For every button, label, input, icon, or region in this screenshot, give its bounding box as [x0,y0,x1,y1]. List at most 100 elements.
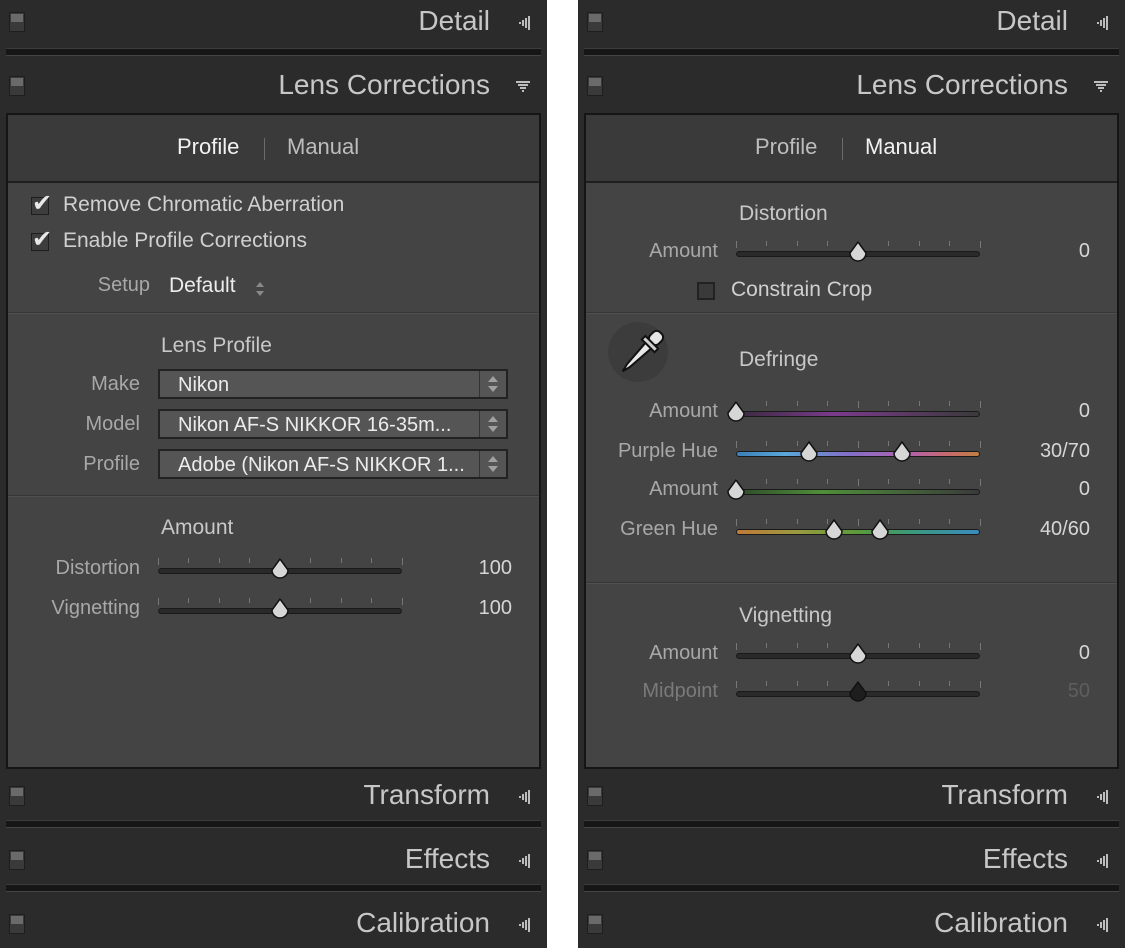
panel-switch-icon[interactable] [9,850,25,870]
remove-chromatic-aberration-checkbox[interactable]: ✔ [31,192,52,216]
slider-thumb[interactable] [847,680,869,707]
slider-thumb[interactable] [269,597,291,624]
slider-thumb[interactable] [725,400,747,427]
green-amount-slider[interactable] [727,478,981,503]
vignetting-amount-label: Amount [649,642,718,664]
purple-amount-slider[interactable] [727,400,981,425]
panel-switch-icon[interactable] [587,914,603,934]
purple-hue-slider[interactable] [735,440,981,467]
vignetting-amount-value[interactable]: 0 [990,642,1090,665]
effects-panel-header[interactable]: Effects [578,838,1125,884]
section-divider [8,312,539,314]
distortion-amount-slider[interactable] [735,240,981,267]
panel-switch-icon[interactable] [587,12,603,32]
constrain-crop-checkbox[interactable] [697,282,715,300]
slider-track[interactable] [736,529,980,535]
setup-dropdown[interactable]: Default [169,274,236,298]
stepper-icon[interactable] [254,279,266,299]
slider-thumb[interactable] [798,440,820,467]
lens-corrections-panel-header[interactable]: Lens Corrections [0,64,547,110]
slider-thumb[interactable] [269,557,291,584]
slider-thumb[interactable] [823,518,845,545]
slider-thumb[interactable] [847,240,869,267]
green-hue-slider[interactable] [735,518,981,545]
collapse-triangle-icon[interactable] [515,789,531,805]
profile-dropdown[interactable]: Adobe (Nikon AF-S NIKKOR 1... [158,449,508,479]
midpoint-value[interactable]: 50 [990,680,1090,703]
constrain-crop-label[interactable]: Constrain Crop [731,278,872,302]
calibration-panel-header[interactable]: Calibration [578,902,1125,948]
make-dropdown[interactable]: Nikon [158,369,508,399]
tab-profile[interactable]: Profile [177,134,239,160]
lens-corrections-header-title: Lens Corrections [856,69,1068,100]
purple-hue-value[interactable]: 30/70 [990,440,1090,463]
collapse-triangle-icon[interactable] [1093,789,1109,805]
green-hue-value[interactable]: 40/60 [990,518,1090,541]
panel-divider [584,884,1119,892]
collapse-triangle-icon[interactable] [515,917,531,933]
slider-track[interactable] [736,411,980,417]
distortion-value[interactable]: 100 [412,557,512,580]
checkmark-icon: ✔ [32,226,53,253]
vignetting-title: Vignetting [739,604,833,627]
collapse-triangle-icon[interactable] [1093,853,1109,869]
distortion-amount-value[interactable]: 0 [990,240,1090,263]
green-hue-label: Green Hue [620,518,718,540]
transform-panel-header[interactable]: Transform [578,774,1125,820]
enable-profile-corrections-label[interactable]: Enable Profile Corrections [63,229,307,253]
detail-panel-header[interactable]: Detail [578,0,1125,46]
calibration-header-title: Calibration [934,907,1068,938]
tab-profile[interactable]: Profile [755,134,817,160]
effects-header-title: Effects [982,843,1068,874]
slider-track[interactable] [736,489,980,495]
slider-thumb[interactable] [725,478,747,505]
slider-ticks [735,401,981,409]
tab-manual[interactable]: Manual [865,134,937,160]
vignetting-value[interactable]: 100 [412,597,512,620]
green-amount-value[interactable]: 0 [990,478,1090,501]
slider-thumb[interactable] [847,642,869,669]
lens-corrections-panel-header[interactable]: Lens Corrections [578,64,1125,110]
purple-amount-value[interactable]: 0 [990,400,1090,423]
purple-amount-label: Amount [649,400,718,422]
collapse-triangle-icon[interactable] [515,853,531,869]
panel-switch-icon[interactable] [9,914,25,934]
collapse-triangle-icon[interactable] [1093,15,1109,31]
tab-manual[interactable]: Manual [287,134,359,160]
lens-profile-title: Lens Profile [161,334,272,357]
distortion-slider[interactable] [157,557,403,584]
transform-header-title: Transform [941,779,1068,810]
expand-triangle-icon[interactable] [515,79,531,95]
collapse-triangle-icon[interactable] [1093,917,1109,933]
expand-triangle-icon[interactable] [1093,79,1109,95]
remove-chromatic-aberration-label[interactable]: Remove Chromatic Aberration [63,193,344,217]
collapse-triangle-icon[interactable] [515,15,531,31]
slider-thumb[interactable] [891,440,913,467]
effects-panel-header[interactable]: Effects [0,838,547,884]
eyedropper-icon[interactable] [606,322,672,388]
transform-panel-header[interactable]: Transform [0,774,547,820]
vignetting-amount-slider[interactable] [735,642,981,669]
distortion-amount-label: Amount [649,240,718,262]
panel-switch-icon[interactable] [587,850,603,870]
vignetting-label: Vignetting [51,597,140,619]
panel-divider [6,48,541,56]
panel-switch-icon[interactable] [9,12,25,32]
panel-switch-icon[interactable] [587,786,603,806]
lens-corrections-body: Profile Manual Distortion Amount 0 Const… [584,113,1119,769]
slider-thumb[interactable] [869,518,891,545]
section-divider [586,312,1117,314]
panel-switch-icon[interactable] [9,786,25,806]
model-dropdown[interactable]: Nikon AF-S NIKKOR 16-35m... [158,409,508,439]
vignetting-slider[interactable] [157,597,403,624]
enable-profile-corrections-checkbox[interactable]: ✔ [31,226,53,253]
detail-panel-header[interactable]: Detail [0,0,547,46]
panel-divider [6,884,541,892]
slider-track[interactable] [736,451,980,457]
make-label: Make [91,373,140,395]
calibration-panel-header[interactable]: Calibration [0,902,547,948]
distortion-title: Distortion [739,202,828,225]
panel-switch-icon[interactable] [9,76,25,96]
panel-switch-icon[interactable] [587,76,603,96]
midpoint-slider[interactable] [735,680,981,707]
